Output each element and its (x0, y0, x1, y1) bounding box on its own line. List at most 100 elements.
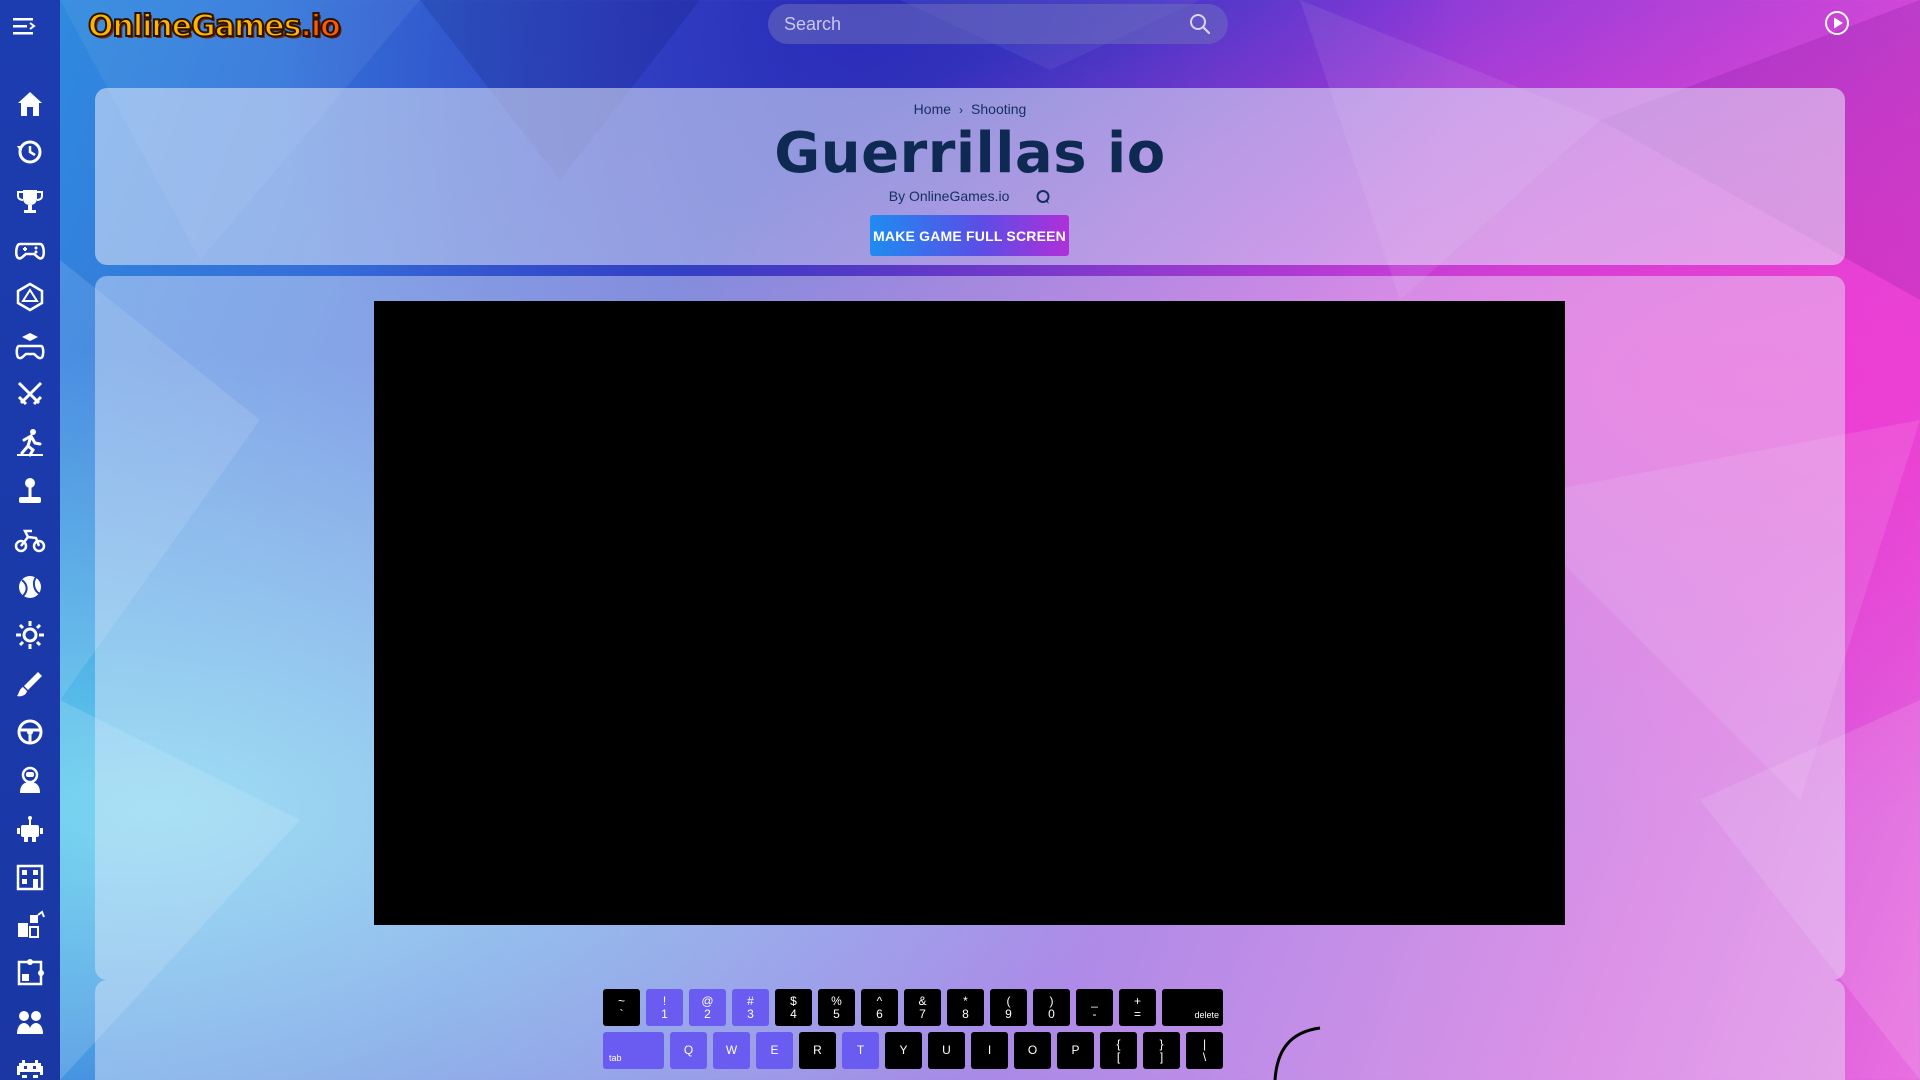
key-[: {[ (1100, 1032, 1137, 1069)
trophy-icon (17, 189, 43, 213)
sidebar-item-runner[interactable] (0, 418, 60, 466)
runner-icon (17, 429, 43, 457)
gear-icon (16, 621, 44, 650)
key-label: \ (1202, 1049, 1207, 1064)
sidebar-item-gamepad[interactable] (0, 225, 60, 273)
key-label: U (942, 1043, 951, 1057)
sidebar-item-motorbike[interactable] (0, 515, 60, 563)
key-U: U (928, 1032, 965, 1069)
key-tab: tab (603, 1032, 664, 1069)
ball-icon (19, 576, 41, 599)
sidebar-item-gear[interactable] (0, 611, 60, 659)
key-label: P (1071, 1043, 1080, 1057)
search-input[interactable] (784, 13, 1188, 35)
key-label: ] (1159, 1049, 1164, 1064)
breadcrumb-category-link[interactable]: Shooting (971, 101, 1026, 117)
breadcrumb: Home › Shooting (95, 101, 1845, 117)
key-label: = (1133, 1006, 1141, 1021)
key-shift-label: ) (1049, 993, 1054, 1008)
logo-text: OnlineGames (87, 8, 302, 45)
key-shift-label: { (1116, 1036, 1121, 1051)
byline-text: By OnlineGames.io (888, 188, 1010, 204)
history-icon (17, 140, 42, 164)
search-icon[interactable] (1188, 12, 1212, 36)
key-4: $4 (775, 989, 812, 1026)
key-label: 0 (1048, 1006, 1055, 1021)
key-shift-label: ^ (876, 993, 883, 1008)
key-label: [ (1116, 1049, 1121, 1064)
sidebar-item-puzzle[interactable] (0, 949, 60, 997)
fullscreen-button[interactable]: MAKE GAME FULL SCREEN (870, 215, 1069, 256)
sidebar-item-trophy[interactable] (0, 177, 60, 225)
key-label: 8 (962, 1006, 969, 1021)
menu-toggle-icon[interactable] (10, 12, 38, 40)
key-\: | \ (1186, 1032, 1223, 1069)
key-label: 4 (790, 1006, 797, 1021)
key-shift-label: % (831, 993, 842, 1008)
comment-icon[interactable] (1035, 189, 1051, 205)
key-shift-label: | (1202, 1036, 1207, 1051)
sidebar-item-space-invader[interactable] (0, 1046, 60, 1080)
key-3: #3 (732, 989, 769, 1026)
sidebar-item-astronaut[interactable] (0, 756, 60, 804)
key-shift-label: } (1159, 1036, 1164, 1051)
key-label: T (856, 1043, 865, 1057)
key-O: O (1014, 1032, 1051, 1069)
sidebar-item-ball[interactable] (0, 563, 60, 611)
key-shift-label: _ (1091, 993, 1098, 1008)
key-label: O (1027, 1043, 1038, 1057)
space-invader-icon (17, 1060, 43, 1079)
sidebar-item-history[interactable] (0, 128, 60, 176)
key-Q: Q (670, 1032, 707, 1069)
search-bar (768, 4, 1228, 44)
sidebar-item-blocks[interactable] (0, 901, 60, 949)
key-2: @2 (689, 989, 726, 1026)
key-]: }] (1143, 1032, 1180, 1069)
motorbike-icon (14, 529, 46, 553)
puzzle-icon (17, 959, 44, 986)
home-icon (18, 92, 42, 117)
sidebar-item-crossed-swords[interactable] (0, 370, 60, 418)
key-label: W (725, 1043, 738, 1057)
key-0: ) 0 (1033, 989, 1070, 1026)
key-6: ^ 6 (861, 989, 898, 1026)
joystick-icon (19, 477, 41, 503)
key-7: & 7 (904, 989, 941, 1026)
key-shift-label: * (963, 993, 968, 1008)
d20-dice-icon (16, 282, 44, 312)
key-label: 5 (833, 1006, 840, 1021)
byline: By OnlineGames.io (95, 188, 1845, 205)
sidebar-item-joystick[interactable] (0, 466, 60, 514)
key-label: 9 (1005, 1006, 1012, 1021)
breadcrumb-home-link[interactable]: Home (914, 101, 951, 117)
key-shift-label: ( (1006, 993, 1011, 1008)
keyboard-row-numbers: ~ `! 1 @2 #3 $4% 5 ^ 6 & 7 * 8(9) 0 _ - + = delete (603, 989, 1223, 1026)
key-shift-label: # (747, 993, 754, 1008)
people-icon (17, 1010, 43, 1034)
key-shift-label: + (1133, 993, 1141, 1008)
key-P: P (1057, 1032, 1094, 1069)
game-canvas[interactable] (374, 301, 1565, 925)
sidebar-item-steering-wheel[interactable] (0, 708, 60, 756)
key-shift-label: @ (701, 993, 714, 1008)
key-9: (9 (990, 989, 1027, 1026)
key-label: R (813, 1043, 822, 1057)
keyboard-diagram: ~ `! 1 @2 #3 $4% 5 ^ 6 & 7 * 8(9) 0 _ - + = delete tab Q W E R… (603, 989, 1223, 1075)
sidebar-item-home[interactable] (0, 80, 60, 128)
sidebar-item-d20-dice[interactable] (0, 273, 60, 321)
gamepad-cube-icon (15, 332, 45, 360)
sidebar-item-people[interactable] (0, 998, 60, 1046)
brush-icon (17, 671, 42, 697)
key--: _ - (1076, 989, 1113, 1026)
controls-panel: ~ `! 1 @2 #3 $4% 5 ^ 6 & 7 * 8(9) 0 _ - + = delete tab Q W E R… (95, 980, 1845, 1080)
gamepad-icon (15, 242, 45, 260)
play-circle-icon[interactable] (1824, 10, 1850, 36)
sidebar-item-gamepad-cube[interactable] (0, 321, 60, 369)
key-1: ! 1 (646, 989, 683, 1026)
key-label: Y (899, 1043, 908, 1057)
site-logo[interactable]: OnlineGames .io (87, 6, 342, 46)
sidebar-item-building[interactable] (0, 853, 60, 901)
sidebar-item-brush[interactable] (0, 660, 60, 708)
sidebar-item-robot[interactable] (0, 804, 60, 852)
key-T: T (842, 1032, 879, 1069)
